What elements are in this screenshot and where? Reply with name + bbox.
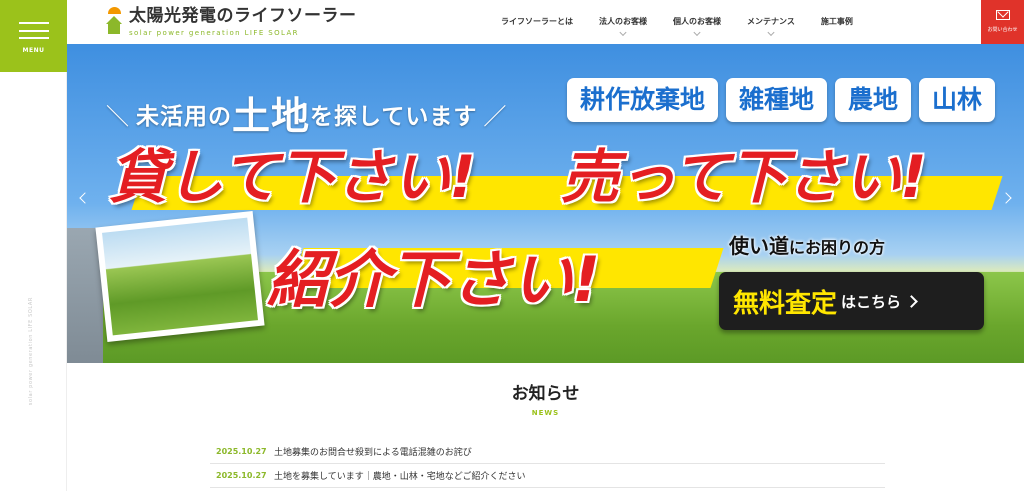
- news-title: お知らせ: [511, 384, 580, 404]
- news-item[interactable]: 2025.10.27 土地を募集しています｜農地・山林・宅地などご紹介ください: [210, 464, 885, 488]
- slogan-sell: 売って下さい!: [561, 143, 927, 211]
- menu-label: MENU: [22, 47, 45, 54]
- free-appraisal-button[interactable]: 無料査定 はこちら: [719, 272, 984, 330]
- logo-title: 太陽光発電のライフソーラー: [129, 6, 357, 26]
- news-item[interactable]: 2025.10.27 土地募集のお問合せ殺到による電話混雑のお詫び: [210, 440, 885, 464]
- site-logo[interactable]: 太陽光発電のライフソーラー solar power generation LIF…: [106, 7, 357, 37]
- chevron-right-icon: [905, 294, 918, 308]
- cta-label: はこちら: [841, 292, 902, 311]
- hamburger-icon: [18, 22, 49, 39]
- site-header: 太陽光発電のライフソーラー solar power generation LIF…: [67, 0, 1024, 44]
- side-vertical-text: solar power generation LIFE SOLAR: [28, 297, 34, 406]
- usage-text: 使い道にお困りの方: [729, 234, 886, 258]
- mail-icon: [995, 9, 1010, 20]
- nav-item-maintenance[interactable]: メンテナンス: [747, 0, 795, 44]
- chevron-down-icon: [767, 28, 775, 37]
- nav-item-cases[interactable]: 施工事例: [821, 0, 853, 44]
- land-tag: 農地: [835, 78, 912, 122]
- news-date: 2025.10.27: [216, 471, 267, 480]
- nav-item-about[interactable]: ライフソーラーとは: [501, 0, 573, 44]
- cta-strong-label: 無料査定: [733, 288, 838, 319]
- logo-house-sun-icon: [106, 7, 123, 35]
- main-nav: ライフソーラーとは 法人のお客様 個人のお客様 メンテナンス 施工事例: [501, 0, 879, 44]
- contact-label: お問い合わせ: [987, 26, 1018, 33]
- chevron-down-icon: [693, 28, 701, 37]
- news-text: 土地を募集しています｜農地・山林・宅地などご紹介ください: [274, 472, 526, 482]
- nav-item-individual[interactable]: 個人のお客様: [673, 0, 721, 44]
- slogan-rent: 貸して下さい!: [109, 143, 476, 211]
- news-subtitle: NEWS: [531, 409, 560, 417]
- hero-banner[interactable]: ＼ 未活用の土地を探しています／ 耕作放棄地 雑種地 農地 山林 貸して下さい! …: [67, 44, 1024, 363]
- land-type-tags: 耕作放棄地 雑種地 農地 山林: [567, 78, 1003, 122]
- news-list: 2025.10.27 土地募集のお問合せ殺到による電話混雑のお詫び 2025.1…: [210, 440, 885, 488]
- land-tag: 雑種地: [726, 78, 828, 122]
- news-text: 土地募集のお問合せ殺到による電話混雑のお詫び: [274, 448, 472, 458]
- news-date: 2025.10.27: [216, 447, 267, 456]
- land-tag: 耕作放棄地: [567, 78, 719, 122]
- nav-item-corporate[interactable]: 法人のお客様: [599, 0, 647, 44]
- logo-subtitle: solar power generation LIFE SOLAR: [129, 29, 299, 37]
- slider-next-arrow-icon[interactable]: [1000, 192, 1012, 204]
- chevron-down-icon: [619, 28, 627, 37]
- slider-prev-arrow-icon[interactable]: [79, 192, 91, 204]
- land-photo: [95, 211, 265, 342]
- slogan-introduce: 紹介下さい!: [267, 243, 600, 316]
- menu-button[interactable]: MENU: [0, 0, 67, 72]
- contact-button[interactable]: お問い合わせ: [981, 0, 1024, 44]
- side-column: solar power generation LIFE SOLAR: [0, 72, 67, 491]
- land-tag: 山林: [919, 78, 996, 122]
